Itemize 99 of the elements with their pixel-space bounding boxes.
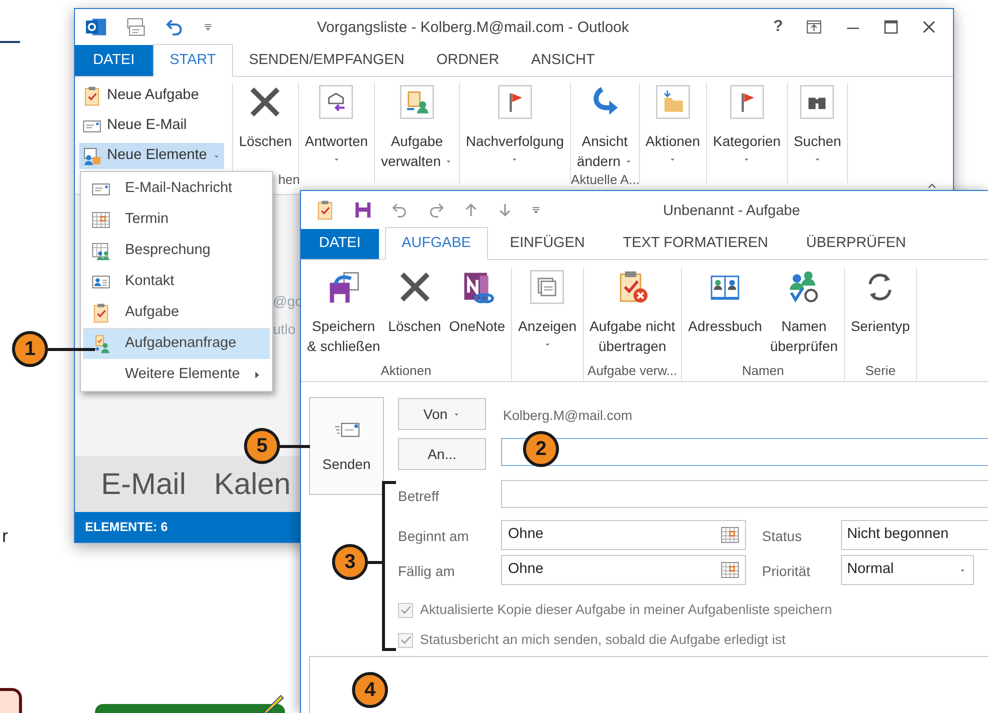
calendar-icon bbox=[91, 210, 111, 230]
ribbon-button[interactable]: Adressbuch bbox=[684, 268, 766, 336]
nav-item[interactable]: Kalen bbox=[214, 462, 291, 506]
up-arrow-icon[interactable] bbox=[463, 202, 479, 218]
send-receive-icon[interactable] bbox=[125, 16, 147, 38]
ribbon-display-icon[interactable] bbox=[805, 19, 823, 35]
field-label: Priorität bbox=[762, 562, 810, 581]
clipboard-people-icon bbox=[400, 85, 434, 119]
ribbon-button[interactable]: Speichern & schließen bbox=[303, 268, 384, 356]
ribbon-button[interactable]: Ansicht ändern bbox=[572, 83, 637, 171]
to-field[interactable] bbox=[501, 438, 988, 466]
ribbon-button[interactable]: Löschen bbox=[234, 83, 296, 151]
field-label: Status bbox=[762, 527, 802, 546]
send-button[interactable]: Senden bbox=[309, 397, 384, 495]
menu-item[interactable]: Besprechung bbox=[83, 235, 270, 266]
group-label: hen bbox=[278, 171, 300, 189]
ribbon-button[interactable]: Neue Aufgabe bbox=[79, 83, 224, 109]
group-label: Aufgabe verw... bbox=[586, 362, 678, 380]
window-title: Vorgangsliste - Kolberg.M@mail.com - Outlook bbox=[317, 18, 630, 38]
ribbon-button[interactable]: Neue E-Mail bbox=[79, 113, 224, 139]
date-field[interactable]: Ohne bbox=[501, 555, 746, 585]
to-button[interactable]: An... bbox=[398, 438, 486, 470]
customize-icon[interactable] bbox=[203, 21, 213, 33]
status-field[interactable]: Nicht begonnen bbox=[841, 520, 988, 550]
ribbon-button[interactable]: Nachverfolgung bbox=[462, 83, 568, 164]
ribbon-tab[interactable]: DATEI bbox=[75, 45, 153, 76]
clipboard-check-icon bbox=[82, 86, 102, 106]
flag-icon bbox=[498, 85, 532, 119]
status-text: ELEMENTE: 6 bbox=[85, 518, 168, 536]
group-label: Aktuelle A... bbox=[570, 171, 639, 189]
ribbon-button[interactable]: Neue Elemente bbox=[79, 143, 224, 169]
ribbon-button[interactable]: Aufgabe nicht übertragen bbox=[586, 268, 680, 356]
flag-icon bbox=[730, 85, 764, 119]
check-icon bbox=[400, 634, 412, 646]
calendar-icon bbox=[720, 560, 740, 580]
ribbon-tab[interactable]: AUFGABE bbox=[384, 227, 488, 260]
ribbon-tab[interactable]: DATEI bbox=[301, 229, 379, 259]
date-field[interactable]: Ohne bbox=[501, 520, 746, 550]
x-icon bbox=[248, 85, 282, 119]
nav-item[interactable]: E-Mail bbox=[101, 462, 186, 506]
group-label: Serie bbox=[864, 362, 897, 380]
people-calendar-icon bbox=[82, 146, 102, 166]
callout-number: 1 bbox=[12, 331, 48, 367]
ribbon-tab[interactable]: ORDNER bbox=[420, 45, 516, 76]
ribbon-tab[interactable]: ANSICHT bbox=[515, 45, 611, 76]
text-fragment: r bbox=[2, 525, 8, 548]
subject-field[interactable] bbox=[501, 480, 988, 508]
ribbon-button[interactable]: Löschen bbox=[384, 268, 446, 336]
help-button[interactable]: ? bbox=[773, 15, 783, 39]
menu-item[interactable]: E-Mail-Nachricht bbox=[83, 173, 270, 204]
ribbon-button[interactable]: Anzeigen bbox=[514, 268, 581, 349]
ribbon-tab[interactable]: TEXT FORMATIEREN bbox=[606, 229, 784, 259]
undo-icon[interactable] bbox=[391, 201, 409, 219]
priority-dropdown[interactable]: Normal bbox=[841, 555, 974, 585]
group-label: Aktionen bbox=[380, 362, 432, 380]
checkbox-label: Statusbericht an mich senden, sobald die Aufgabe erledigt ist bbox=[420, 631, 786, 649]
clipboard-check-icon[interactable] bbox=[315, 200, 335, 220]
ribbon-tab[interactable]: EINFÜGEN bbox=[494, 229, 601, 259]
ribbon-button[interactable]: Serientyp bbox=[846, 268, 914, 336]
ribbon-button[interactable]: OneNote bbox=[445, 268, 510, 336]
ribbon-tab[interactable]: ÜBERPRÜFEN bbox=[790, 229, 922, 259]
window-title: Unbenannt - Aufgabe bbox=[663, 202, 800, 221]
menu-item[interactable]: Weitere Elemente bbox=[83, 359, 270, 390]
note-box bbox=[0, 688, 22, 713]
field-label: Beginnt am bbox=[398, 527, 469, 546]
ribbon-button[interactable]: Aufgabe verwalten bbox=[376, 83, 457, 171]
list-text: utlo bbox=[273, 320, 296, 339]
stacked-pages-icon bbox=[530, 270, 564, 304]
field-label: Fällig am bbox=[398, 562, 455, 581]
ribbon-button[interactable]: Aktionen bbox=[642, 83, 704, 164]
redo-icon[interactable] bbox=[427, 201, 445, 219]
check-icon bbox=[400, 604, 412, 616]
menu-item[interactable]: Termin bbox=[83, 204, 270, 235]
menu-item[interactable]: Aufgabenanfrage bbox=[83, 328, 270, 359]
group-label: Namen bbox=[741, 362, 785, 380]
calendar-icon bbox=[720, 525, 740, 545]
app-logo-icon[interactable] bbox=[85, 16, 107, 38]
x-icon bbox=[398, 270, 432, 304]
ribbon-button[interactable]: Kategorien bbox=[709, 83, 785, 164]
clipboard-check-icon bbox=[91, 303, 111, 323]
sender-address: Kolberg.M@mail.com bbox=[503, 407, 632, 425]
calendar-people-icon bbox=[91, 241, 111, 261]
ribbon-button[interactable]: Suchen bbox=[790, 83, 846, 164]
ribbon-tab[interactable]: SENDEN/EMPFANGEN bbox=[232, 45, 420, 76]
menu-item[interactable]: Aufgabe bbox=[83, 297, 270, 328]
undo-icon[interactable] bbox=[165, 17, 185, 37]
menu-item[interactable]: Kontakt bbox=[83, 266, 270, 297]
down-arrow-icon[interactable] bbox=[497, 202, 513, 218]
from-button[interactable]: Von bbox=[398, 398, 486, 430]
ribbon-button[interactable]: Namen überprüfen bbox=[766, 268, 842, 356]
page-rule bbox=[0, 41, 20, 43]
close-icon[interactable] bbox=[921, 19, 937, 35]
folder-icon bbox=[656, 85, 690, 119]
checkbox-label: Aktualisierte Kopie dieser Aufgabe in meiner Aufgabenliste speichern bbox=[420, 601, 832, 619]
ribbon-tab[interactable]: START bbox=[152, 44, 233, 77]
customize-icon[interactable] bbox=[531, 204, 541, 216]
maximize-icon[interactable] bbox=[883, 19, 899, 35]
field-label: Betreff bbox=[398, 487, 439, 506]
ribbon-button[interactable]: Antworten bbox=[300, 83, 372, 164]
